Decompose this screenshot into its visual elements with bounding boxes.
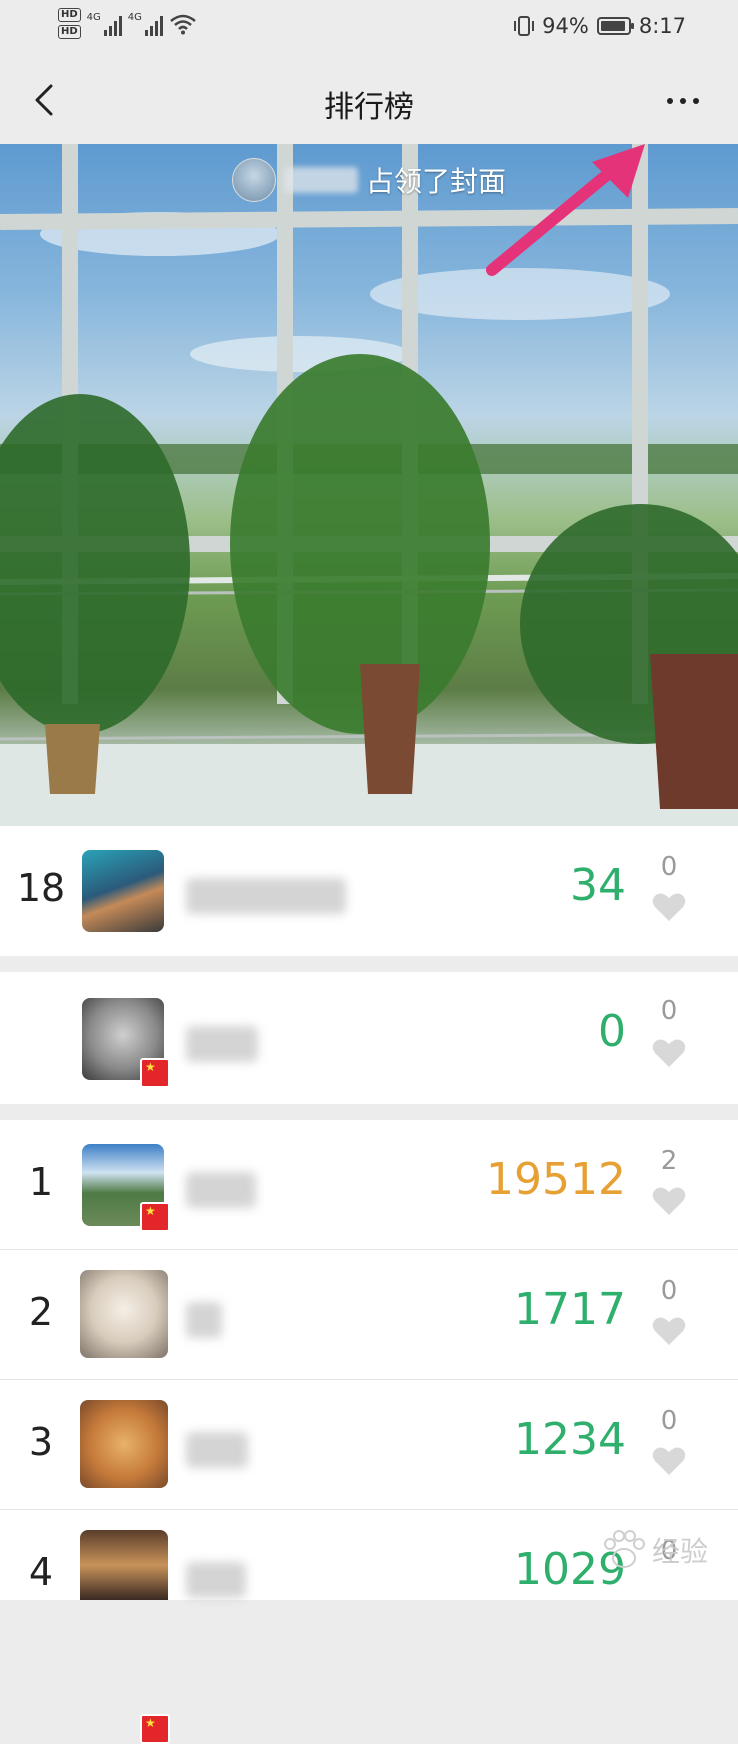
avatar <box>82 850 164 932</box>
leaderboard-row[interactable]: 0 0 <box>0 972 738 1104</box>
heart-icon[interactable] <box>644 1316 694 1346</box>
score: 0 <box>598 1006 626 1057</box>
user-name-redacted <box>186 1302 222 1338</box>
heart-icon[interactable] <box>644 1186 694 1216</box>
score: 1234 <box>514 1414 626 1465</box>
title-bar: 排行榜 <box>0 58 738 144</box>
status-left: HD HD 4G 4G <box>58 8 197 39</box>
rank-number: 18 <box>16 866 66 910</box>
user-name-redacted <box>186 1026 258 1062</box>
avatar <box>80 1400 168 1488</box>
watermark: 经验 <box>602 1530 708 1570</box>
annotation-arrow-icon <box>486 144 645 276</box>
cover-image[interactable]: 占领了封面 <box>0 144 738 826</box>
hd-icons: HD HD <box>58 8 81 39</box>
score: 1717 <box>514 1284 626 1335</box>
hd-icon: HD <box>58 25 81 39</box>
section-gap <box>0 956 738 972</box>
vibrate-icon <box>514 16 535 36</box>
score: 19512 <box>486 1154 626 1205</box>
avatar <box>80 1270 168 1358</box>
watermark-text: 经验 <box>651 1535 708 1568</box>
rank-number: 4 <box>28 1550 54 1594</box>
battery-icon <box>596 17 634 35</box>
leaderboard-row[interactable]: 2 1717 0 <box>0 1250 738 1380</box>
more-options-icon[interactable] <box>658 84 708 118</box>
user-name-redacted <box>186 1172 256 1208</box>
clock: 8:17 <box>638 14 686 38</box>
leaderboard-row[interactable]: 3 1234 0 <box>0 1380 738 1510</box>
wifi-icon <box>170 14 196 34</box>
flag-icon <box>140 1714 170 1744</box>
network-type: 4G <box>86 11 101 23</box>
network-type: 4G <box>127 11 142 23</box>
my-rank-row[interactable]: 18 34 0 <box>0 826 738 1744</box>
section-gap <box>0 1104 738 1120</box>
hd-icon: HD <box>58 8 81 22</box>
heart-icon[interactable] <box>644 1038 694 1068</box>
signal-icon: 4G <box>87 12 122 36</box>
status-bar: HD HD 4G 4G 94% 8:17 <box>0 0 738 58</box>
user-name-redacted <box>186 1432 248 1468</box>
flag-icon <box>140 1058 170 1088</box>
score: 34 <box>570 860 626 911</box>
battery-level <box>600 21 626 31</box>
like-count: 2 <box>660 1146 678 1176</box>
paw-icon <box>603 1530 645 1568</box>
like-count: 0 <box>660 1276 678 1306</box>
like-count: 0 <box>660 1406 678 1436</box>
heart-icon[interactable] <box>644 892 694 922</box>
user-name-redacted <box>186 1562 246 1598</box>
heart-icon[interactable] <box>644 1446 694 1476</box>
avatar <box>80 1530 168 1600</box>
leaderboard-row[interactable]: 1 19512 2 <box>0 1120 738 1250</box>
signal-icon: 4G <box>128 12 163 36</box>
flag-icon <box>140 1202 170 1232</box>
like-count: 0 <box>660 852 678 882</box>
user-name-redacted <box>186 878 346 914</box>
like-count: 0 <box>660 996 678 1026</box>
page-title: 排行榜 <box>324 90 414 125</box>
rank-number: 1 <box>28 1160 54 1204</box>
battery-percent: 94% <box>542 14 589 38</box>
status-right: 94% 8:17 <box>514 14 686 38</box>
rank-number: 2 <box>28 1290 54 1334</box>
rank-number: 3 <box>28 1420 54 1464</box>
